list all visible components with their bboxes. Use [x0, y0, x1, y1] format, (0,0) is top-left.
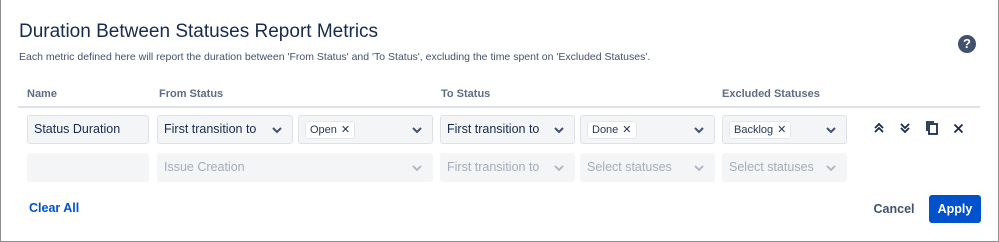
to-mode-value: First transition to [447, 160, 540, 174]
dialog-subtitle: Each metric defined here will report the… [19, 51, 651, 63]
to-mode-value: First transition to [447, 122, 540, 136]
to-mode-select[interactable]: First transition to [440, 115, 575, 144]
chevron-down-icon [552, 154, 566, 181]
status-tag: Backlog ✕ [729, 121, 792, 139]
dialog-title: Duration Between Statuses Report Metrics [19, 21, 379, 42]
status-tag: Done ✕ [587, 121, 637, 139]
excluded-statuses-placeholder: Select statuses [729, 160, 814, 174]
copy-icon[interactable] [922, 118, 942, 138]
move-down-icon[interactable] [895, 118, 915, 138]
to-status-placeholder: Select statuses [587, 160, 672, 174]
remove-tag-icon[interactable]: ✕ [777, 124, 786, 136]
from-mode-value: Issue Creation [164, 160, 245, 174]
from-status-select[interactable]: Open ✕ [298, 115, 433, 144]
header-name: Name [27, 88, 57, 100]
chevron-down-icon [410, 116, 424, 143]
metric-name-input[interactable] [27, 153, 149, 182]
chevron-down-icon [410, 154, 424, 181]
metric-name-value: Status Duration [34, 122, 121, 136]
excluded-statuses-select[interactable]: Select statuses [722, 153, 847, 182]
header-excluded-statuses: Excluded Statuses [722, 88, 820, 100]
cancel-button[interactable]: Cancel [870, 195, 918, 223]
from-mode-value: First transition to [164, 122, 257, 136]
remove-tag-icon[interactable]: ✕ [622, 124, 631, 136]
status-tag: Open ✕ [305, 121, 356, 139]
clear-all-link[interactable]: Clear All [29, 201, 79, 215]
to-status-select[interactable]: Select statuses [580, 153, 715, 182]
chevron-down-icon [824, 154, 838, 181]
status-tag-label: Backlog [734, 124, 774, 136]
from-mode-select[interactable]: First transition to [157, 115, 293, 144]
chevron-down-icon [692, 154, 706, 181]
to-status-select[interactable]: Done ✕ [580, 115, 715, 144]
chevron-down-icon [692, 116, 706, 143]
to-mode-select[interactable]: First transition to [440, 153, 575, 182]
metric-name-input[interactable]: Status Duration [27, 115, 149, 144]
remove-tag-icon[interactable]: ✕ [341, 124, 350, 136]
table-header: Name From Status To Status Excluded Stat… [18, 84, 980, 108]
chevron-down-icon [552, 116, 566, 143]
apply-button[interactable]: Apply [929, 195, 981, 223]
chevron-down-icon [824, 116, 838, 143]
header-from-status: From Status [159, 88, 224, 100]
move-up-icon[interactable] [869, 118, 889, 138]
excluded-statuses-select[interactable]: Backlog ✕ [722, 115, 847, 144]
status-tag-label: Open [310, 124, 337, 136]
help-icon[interactable]: ? [958, 35, 976, 53]
chevron-down-icon [270, 116, 284, 143]
header-to-status: To Status [441, 88, 491, 100]
status-tag-label: Done [592, 124, 619, 136]
from-mode-select[interactable]: Issue Creation [157, 153, 433, 182]
close-icon[interactable] [948, 118, 968, 138]
